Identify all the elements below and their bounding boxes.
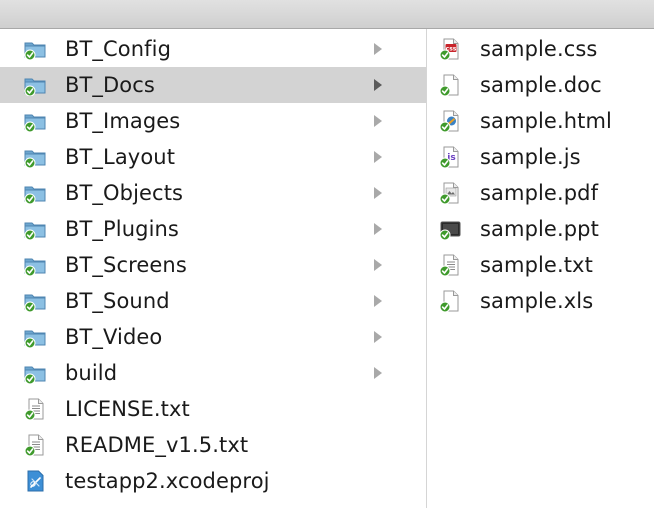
js-file-icon: js	[439, 146, 461, 168]
disclosure-arrow-icon[interactable]	[374, 115, 382, 127]
css-file-icon: css	[439, 38, 461, 60]
xcode-project-icon	[24, 470, 46, 492]
window-toolbar	[0, 0, 654, 29]
folder-icon	[24, 38, 46, 60]
item-label: build	[65, 361, 118, 385]
item-label: sample.ppt	[480, 217, 599, 241]
file-item-sample-doc[interactable]: sample.doc	[427, 67, 654, 103]
item-label: BT_Objects	[65, 181, 184, 205]
disclosure-arrow-icon[interactable]	[374, 223, 382, 235]
item-label: BT_Config	[65, 37, 172, 61]
file-list: BT_Config BT_Docs BT_Images BT_Layout BT_Obj…	[0, 31, 426, 499]
folder-icon	[24, 290, 46, 312]
item-label: BT_Video	[65, 325, 163, 349]
file-item-readme-v1-5-txt[interactable]: README_v1.5.txt	[0, 427, 426, 463]
text-file-icon	[24, 398, 46, 420]
item-label: BT_Layout	[65, 145, 176, 169]
ppt-file-icon	[439, 218, 461, 240]
file-item-sample-xls[interactable]: sample.xls	[427, 283, 654, 319]
folder-icon	[24, 362, 46, 384]
file-item-sample-txt[interactable]: sample.txt	[427, 247, 654, 283]
column-project-root[interactable]: BT_Config BT_Docs BT_Images BT_Layout BT_Obj…	[0, 29, 427, 508]
disclosure-arrow-icon[interactable]	[374, 259, 382, 271]
text-file-icon	[439, 254, 461, 276]
file-item-sample-pdf[interactable]: sample.pdf	[427, 175, 654, 211]
column-bt-docs[interactable]: css sample.css sample.doc sample.html js samp…	[427, 29, 654, 508]
item-label: sample.xls	[480, 289, 594, 313]
disclosure-arrow-icon[interactable]	[374, 79, 382, 91]
folder-item-bt-plugins[interactable]: BT_Plugins	[0, 211, 426, 247]
item-label: LICENSE.txt	[65, 397, 190, 421]
folder-icon	[24, 218, 46, 240]
item-label: sample.doc	[480, 73, 602, 97]
disclosure-arrow-icon[interactable]	[374, 331, 382, 343]
finder-window: BT_Config BT_Docs BT_Images BT_Layout BT_Obj…	[0, 0, 654, 508]
item-label: sample.css	[480, 37, 598, 61]
folder-icon	[24, 254, 46, 276]
html-file-icon	[439, 110, 461, 132]
file-item-sample-js[interactable]: js sample.js	[427, 139, 654, 175]
item-label: BT_Docs	[65, 73, 155, 97]
folder-icon	[24, 326, 46, 348]
folder-item-bt-images[interactable]: BT_Images	[0, 103, 426, 139]
item-label: BT_Images	[65, 109, 181, 133]
item-label: README_v1.5.txt	[65, 433, 249, 457]
pdf-file-icon	[439, 182, 461, 204]
disclosure-arrow-icon[interactable]	[374, 187, 382, 199]
item-label: testapp2.xcodeproj	[65, 469, 270, 493]
disclosure-arrow-icon[interactable]	[374, 367, 382, 379]
folder-icon	[24, 146, 46, 168]
blank-file-icon	[439, 290, 461, 312]
file-item-sample-html[interactable]: sample.html	[427, 103, 654, 139]
folder-item-bt-config[interactable]: BT_Config	[0, 31, 426, 67]
blank-file-icon	[439, 74, 461, 96]
item-label: sample.txt	[480, 253, 593, 277]
file-item-testapp2-xcodeproj[interactable]: testapp2.xcodeproj	[0, 463, 426, 499]
disclosure-arrow-icon[interactable]	[374, 151, 382, 163]
disclosure-arrow-icon[interactable]	[374, 43, 382, 55]
folder-item-bt-objects[interactable]: BT_Objects	[0, 175, 426, 211]
folder-item-build[interactable]: build	[0, 355, 426, 391]
item-label: sample.js	[480, 145, 581, 169]
file-item-sample-css[interactable]: css sample.css	[427, 31, 654, 67]
item-label: BT_Sound	[65, 289, 170, 313]
folder-item-bt-docs[interactable]: BT_Docs	[0, 67, 426, 103]
item-label: BT_Screens	[65, 253, 187, 277]
folder-icon	[24, 110, 46, 132]
folder-item-bt-video[interactable]: BT_Video	[0, 319, 426, 355]
item-label: sample.html	[480, 109, 612, 133]
item-label: sample.pdf	[480, 181, 599, 205]
file-list: css sample.css sample.doc sample.html js samp…	[427, 31, 654, 319]
text-file-icon	[24, 434, 46, 456]
folder-icon	[24, 182, 46, 204]
disclosure-arrow-icon[interactable]	[374, 295, 382, 307]
item-label: BT_Plugins	[65, 217, 179, 241]
file-item-sample-ppt[interactable]: sample.ppt	[427, 211, 654, 247]
folder-item-bt-screens[interactable]: BT_Screens	[0, 247, 426, 283]
folder-icon	[24, 74, 46, 96]
folder-item-bt-sound[interactable]: BT_Sound	[0, 283, 426, 319]
file-item-license-txt[interactable]: LICENSE.txt	[0, 391, 426, 427]
folder-item-bt-layout[interactable]: BT_Layout	[0, 139, 426, 175]
